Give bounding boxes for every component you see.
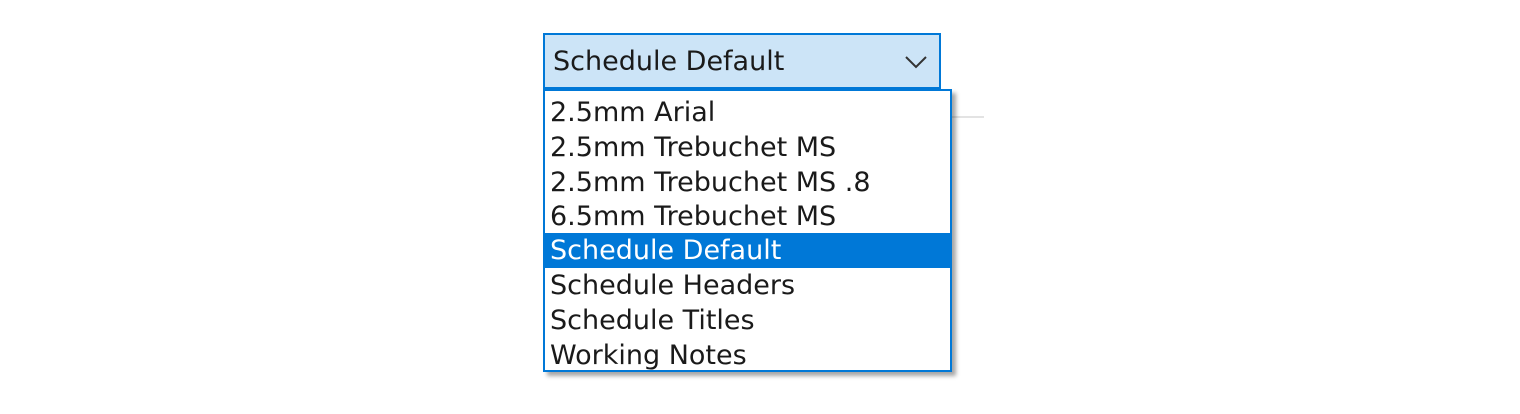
dropdown-option[interactable]: Working Notes [545,338,950,373]
dropdown-list: 2.5mm Arial 2.5mm Trebuchet MS 2.5mm Tre… [543,89,952,372]
text-style-combobox[interactable]: Schedule Default [543,33,941,89]
dropdown-option[interactable]: Schedule Titles [545,303,950,338]
dropdown-option[interactable]: 2.5mm Trebuchet MS .8 [545,165,950,200]
dropdown-option[interactable]: 6.5mm Trebuchet MS [545,199,950,234]
dropdown-option[interactable]: 2.5mm Trebuchet MS [545,130,950,165]
chevron-down-icon[interactable] [904,55,928,69]
combobox-value: Schedule Default [553,46,785,77]
dropdown-option[interactable]: Schedule Headers [545,268,950,303]
background-divider [948,116,984,118]
dropdown-option[interactable]: 2.5mm Arial [545,95,950,130]
dropdown-option-selected[interactable]: Schedule Default [545,233,950,268]
